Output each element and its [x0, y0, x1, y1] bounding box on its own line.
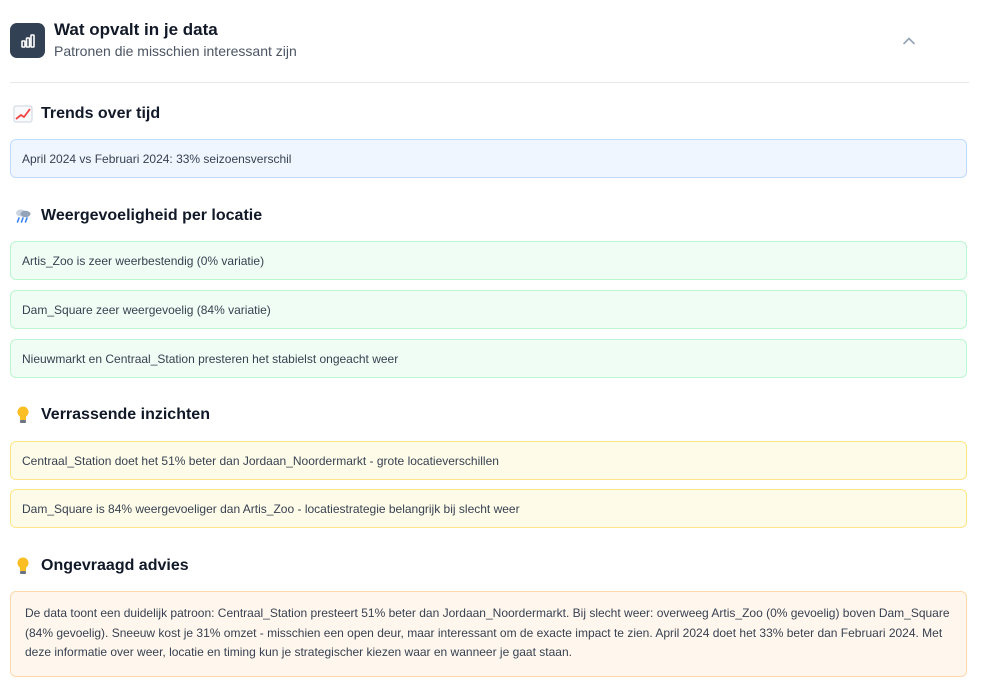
panel-subtitle: Patronen die misschien interessant zijn	[54, 43, 297, 59]
weather-text: Artis_Zoo is zeer weerbestendig (0% vari…	[22, 253, 265, 268]
section-title-trends: Trends over tijd	[12, 104, 160, 124]
weather-item: Artis_Zoo is zeer weerbestendig (0% vari…	[10, 241, 967, 280]
trend-item: April 2024 vs Februari 2024: 33% seizoen…	[10, 139, 967, 178]
advice-card: De data toont een duidelijk patroon: Cen…	[10, 591, 967, 677]
insight-item: Dam_Square is 84% weergevoeliger dan Art…	[10, 489, 967, 528]
collapse-button[interactable]	[899, 32, 919, 50]
section-heading: Verrassende inzichten	[41, 406, 210, 423]
section-title-advice: Ongevraagd advies	[12, 556, 189, 576]
chart-increasing-icon	[12, 104, 34, 124]
section-heading: Ongevraagd advies	[41, 557, 189, 574]
bar-chart-icon	[10, 23, 45, 58]
section-title-weather: Weergevoeligheid per locatie	[12, 206, 262, 226]
insight-item: Centraal_Station doet het 51% beter dan …	[10, 441, 967, 480]
advice-text: De data toont een duidelijk patroon: Cen…	[25, 606, 950, 659]
weather-text: Dam_Square zeer weergevoelig (84% variat…	[22, 302, 271, 317]
insight-text: Dam_Square is 84% weergevoeliger dan Art…	[22, 501, 520, 516]
light-bulb-icon	[12, 556, 34, 576]
insights-panel: Wat opvalt in je data Patronen die missc…	[0, 0, 992, 686]
section-title-insights: Verrassende inzichten	[12, 405, 210, 425]
chevron-up-icon	[903, 37, 915, 45]
weather-item: Dam_Square zeer weergevoelig (84% variat…	[10, 290, 967, 329]
insight-text: Centraal_Station doet het 51% beter dan …	[22, 453, 499, 468]
weather-text: Nieuwmarkt en Centraal_Station presteren…	[22, 351, 399, 366]
trend-text: April 2024 vs Februari 2024: 33% seizoen…	[22, 151, 292, 166]
cloud-rain-icon	[12, 206, 34, 226]
weather-item: Nieuwmarkt en Centraal_Station presteren…	[10, 339, 967, 378]
panel-header: Wat opvalt in je data Patronen die missc…	[10, 16, 969, 83]
light-bulb-icon	[12, 405, 34, 425]
section-heading: Weergevoeligheid per locatie	[41, 207, 263, 224]
panel-title: Wat opvalt in je data	[54, 20, 218, 39]
section-heading: Trends over tijd	[41, 105, 161, 122]
